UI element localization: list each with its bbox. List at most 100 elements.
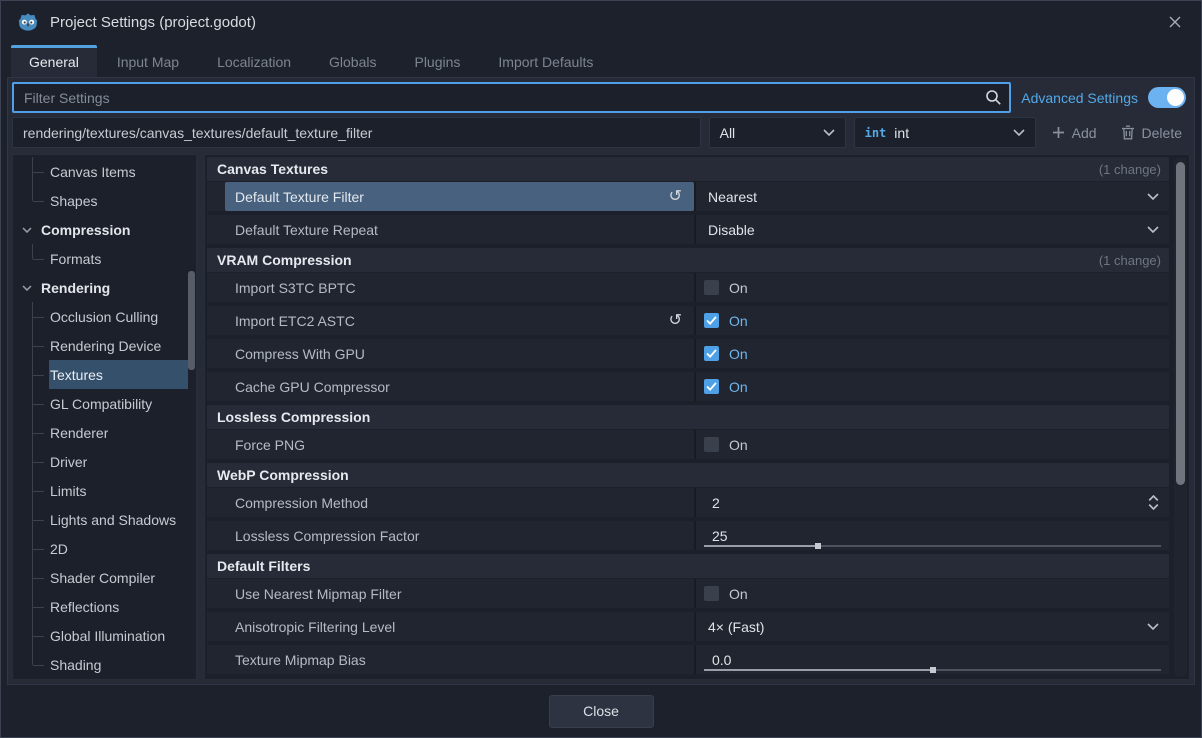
property-label-cell[interactable]: Anisotropic Filtering Level [207,612,696,641]
sidebar-item-compression[interactable]: Compression [13,215,188,244]
section-default-filters[interactable]: Default Filters [207,554,1169,578]
sidebar-item-limits[interactable]: Limits [13,476,188,505]
property-default-texture-filter: Default Texture Filter ↺ Nearest [207,182,1169,211]
value-slider[interactable]: 25 [696,521,1169,550]
property-default-texture-repeat: Default Texture Repeat Disable [207,215,1169,244]
dialog-footer: Close [1,685,1201,737]
section-vram-compression[interactable]: VRAM Compression (1 change) [207,248,1169,272]
slider-value: 0.0 [712,652,731,668]
property-label-cell[interactable]: Default Texture Repeat [207,215,696,244]
tab-input-map[interactable]: Input Map [99,45,197,77]
type-dropdown[interactable]: int int [854,117,1036,148]
slider-grabber[interactable] [930,667,936,673]
tree-connector [23,447,49,476]
advanced-settings-toggle[interactable] [1148,87,1186,108]
add-button[interactable]: Add [1044,117,1105,148]
value-slider[interactable]: 0.0 [696,645,1169,674]
property-label-cell[interactable]: Texture Mipmap Bias [207,645,696,674]
property-label-cell[interactable]: Lossless Compression Factor [207,521,696,550]
sidebar-item-rendering[interactable]: Rendering [13,273,188,302]
category-filter-value: All [720,125,736,141]
value-checkbox[interactable]: On [696,306,1169,335]
tab-localization[interactable]: Localization [199,45,309,77]
sidebar-item-shading[interactable]: Shading [13,650,188,679]
property-label-cell[interactable]: Cache GPU Compressor [207,372,696,401]
close-button[interactable]: Close [549,695,654,728]
value-checkbox[interactable]: On [696,430,1169,459]
sidebar-item-renderer[interactable]: Renderer [13,418,188,447]
property-label-cell[interactable]: Compress With GPU [207,339,696,368]
updown-icon [1148,495,1159,510]
window-close-icon[interactable] [1165,12,1185,32]
sidebar-item-label: Formats [49,251,101,267]
value-checkbox[interactable]: On [696,339,1169,368]
value-dropdown[interactable]: Disable [696,215,1169,244]
property-label-cell[interactable]: Compression Method [207,488,696,517]
sidebar-item-shader-compiler[interactable]: Shader Compiler [13,563,188,592]
section-canvas-textures[interactable]: Canvas Textures (1 change) [207,157,1169,181]
window-title: Project Settings (project.godot) [50,14,256,31]
value-checkbox[interactable]: On [696,372,1169,401]
property-bar: All int int Add Delete [12,117,1190,148]
property-label-cell[interactable]: Force PNG [207,430,696,459]
slider-grabber[interactable] [815,543,821,549]
value-spinbox[interactable]: 2 [696,488,1169,517]
revert-icon[interactable]: ↺ [669,313,694,329]
sidebar-scrollbar[interactable] [188,157,195,677]
delete-button[interactable]: Delete [1113,117,1190,148]
property-label-cell[interactable]: Import ETC2 ASTC ↺ [207,306,696,335]
sidebar-item-global-illumination[interactable]: Global Illumination [13,621,188,650]
sidebar-item-lights-and-shadows[interactable]: Lights and Shadows [13,505,188,534]
sidebar-item-rendering-device[interactable]: Rendering Device [13,331,188,360]
slider-track[interactable] [704,669,1161,671]
property-value-cell: On [696,339,1169,368]
section-lossless-compression[interactable]: Lossless Compression [207,405,1169,429]
toggle-knob [1167,89,1184,106]
property-label: Compress With GPU [235,346,365,362]
value-checkbox[interactable]: On [696,579,1169,608]
section-webp-compression[interactable]: WebP Compression [207,463,1169,487]
filter-settings-input[interactable] [12,82,1011,113]
sidebar-item-occlusion-culling[interactable]: Occlusion Culling [13,302,188,331]
change-count-badge: (1 change) [1099,253,1161,268]
value-checkbox[interactable]: On [696,273,1169,302]
property-label: Force PNG [235,437,305,453]
inspector-scrollbar-thumb[interactable] [1176,162,1185,484]
value-dropdown[interactable]: Nearest [696,182,1169,211]
sidebar-item-gl-compatibility[interactable]: GL Compatibility [13,389,188,418]
slider-track[interactable] [704,545,1161,547]
tab-globals[interactable]: Globals [311,45,394,77]
change-count-badge: (1 change) [1099,162,1161,177]
slider-fill [704,669,933,671]
sidebar-item-shapes[interactable]: Shapes [13,186,188,215]
property-label-cell[interactable]: Default Texture Filter ↺ [207,182,696,211]
sidebar-item-reflections[interactable]: Reflections [13,592,188,621]
sidebar-item-2d[interactable]: 2D [13,534,188,563]
checkbox-label: On [729,437,748,453]
inspector-scrollbar[interactable] [1174,157,1187,677]
revert-icon[interactable]: ↺ [669,189,694,205]
slider-fill [704,545,818,547]
property-lossless-compression-factor: Lossless Compression Factor 25 [207,521,1169,550]
category-filter-dropdown[interactable]: All [709,117,846,148]
property-label-cell[interactable]: Use Nearest Mipmap Filter [207,579,696,608]
sidebar-item-driver[interactable]: Driver [13,447,188,476]
sidebar-item-label: Reflections [49,599,119,615]
checkbox-label: On [729,280,748,296]
property-label-cell[interactable]: Import S3TC BPTC [207,273,696,302]
project-settings-dialog: Project Settings (project.godot) General… [0,0,1202,738]
sidebar-item-formats[interactable]: Formats [13,244,188,273]
tab-import-defaults[interactable]: Import Defaults [480,45,611,77]
property-path-input[interactable] [12,117,701,148]
tab-plugins[interactable]: Plugins [396,45,478,77]
dropdown-value: 4× (Fast) [708,619,764,635]
tree-connector [23,360,49,389]
sidebar-item-canvas-items[interactable]: Canvas Items [13,157,188,186]
sidebar-item-textures[interactable]: Textures [13,360,188,389]
title-bar[interactable]: Project Settings (project.godot) [1,1,1201,43]
sidebar-scrollbar-thumb[interactable] [188,271,195,370]
property-import-etc2-astc: Import ETC2 ASTC ↺ On [207,306,1169,335]
chevron-down-icon [1147,226,1159,233]
value-dropdown[interactable]: 4× (Fast) [696,612,1169,641]
tab-general[interactable]: General [11,45,97,77]
